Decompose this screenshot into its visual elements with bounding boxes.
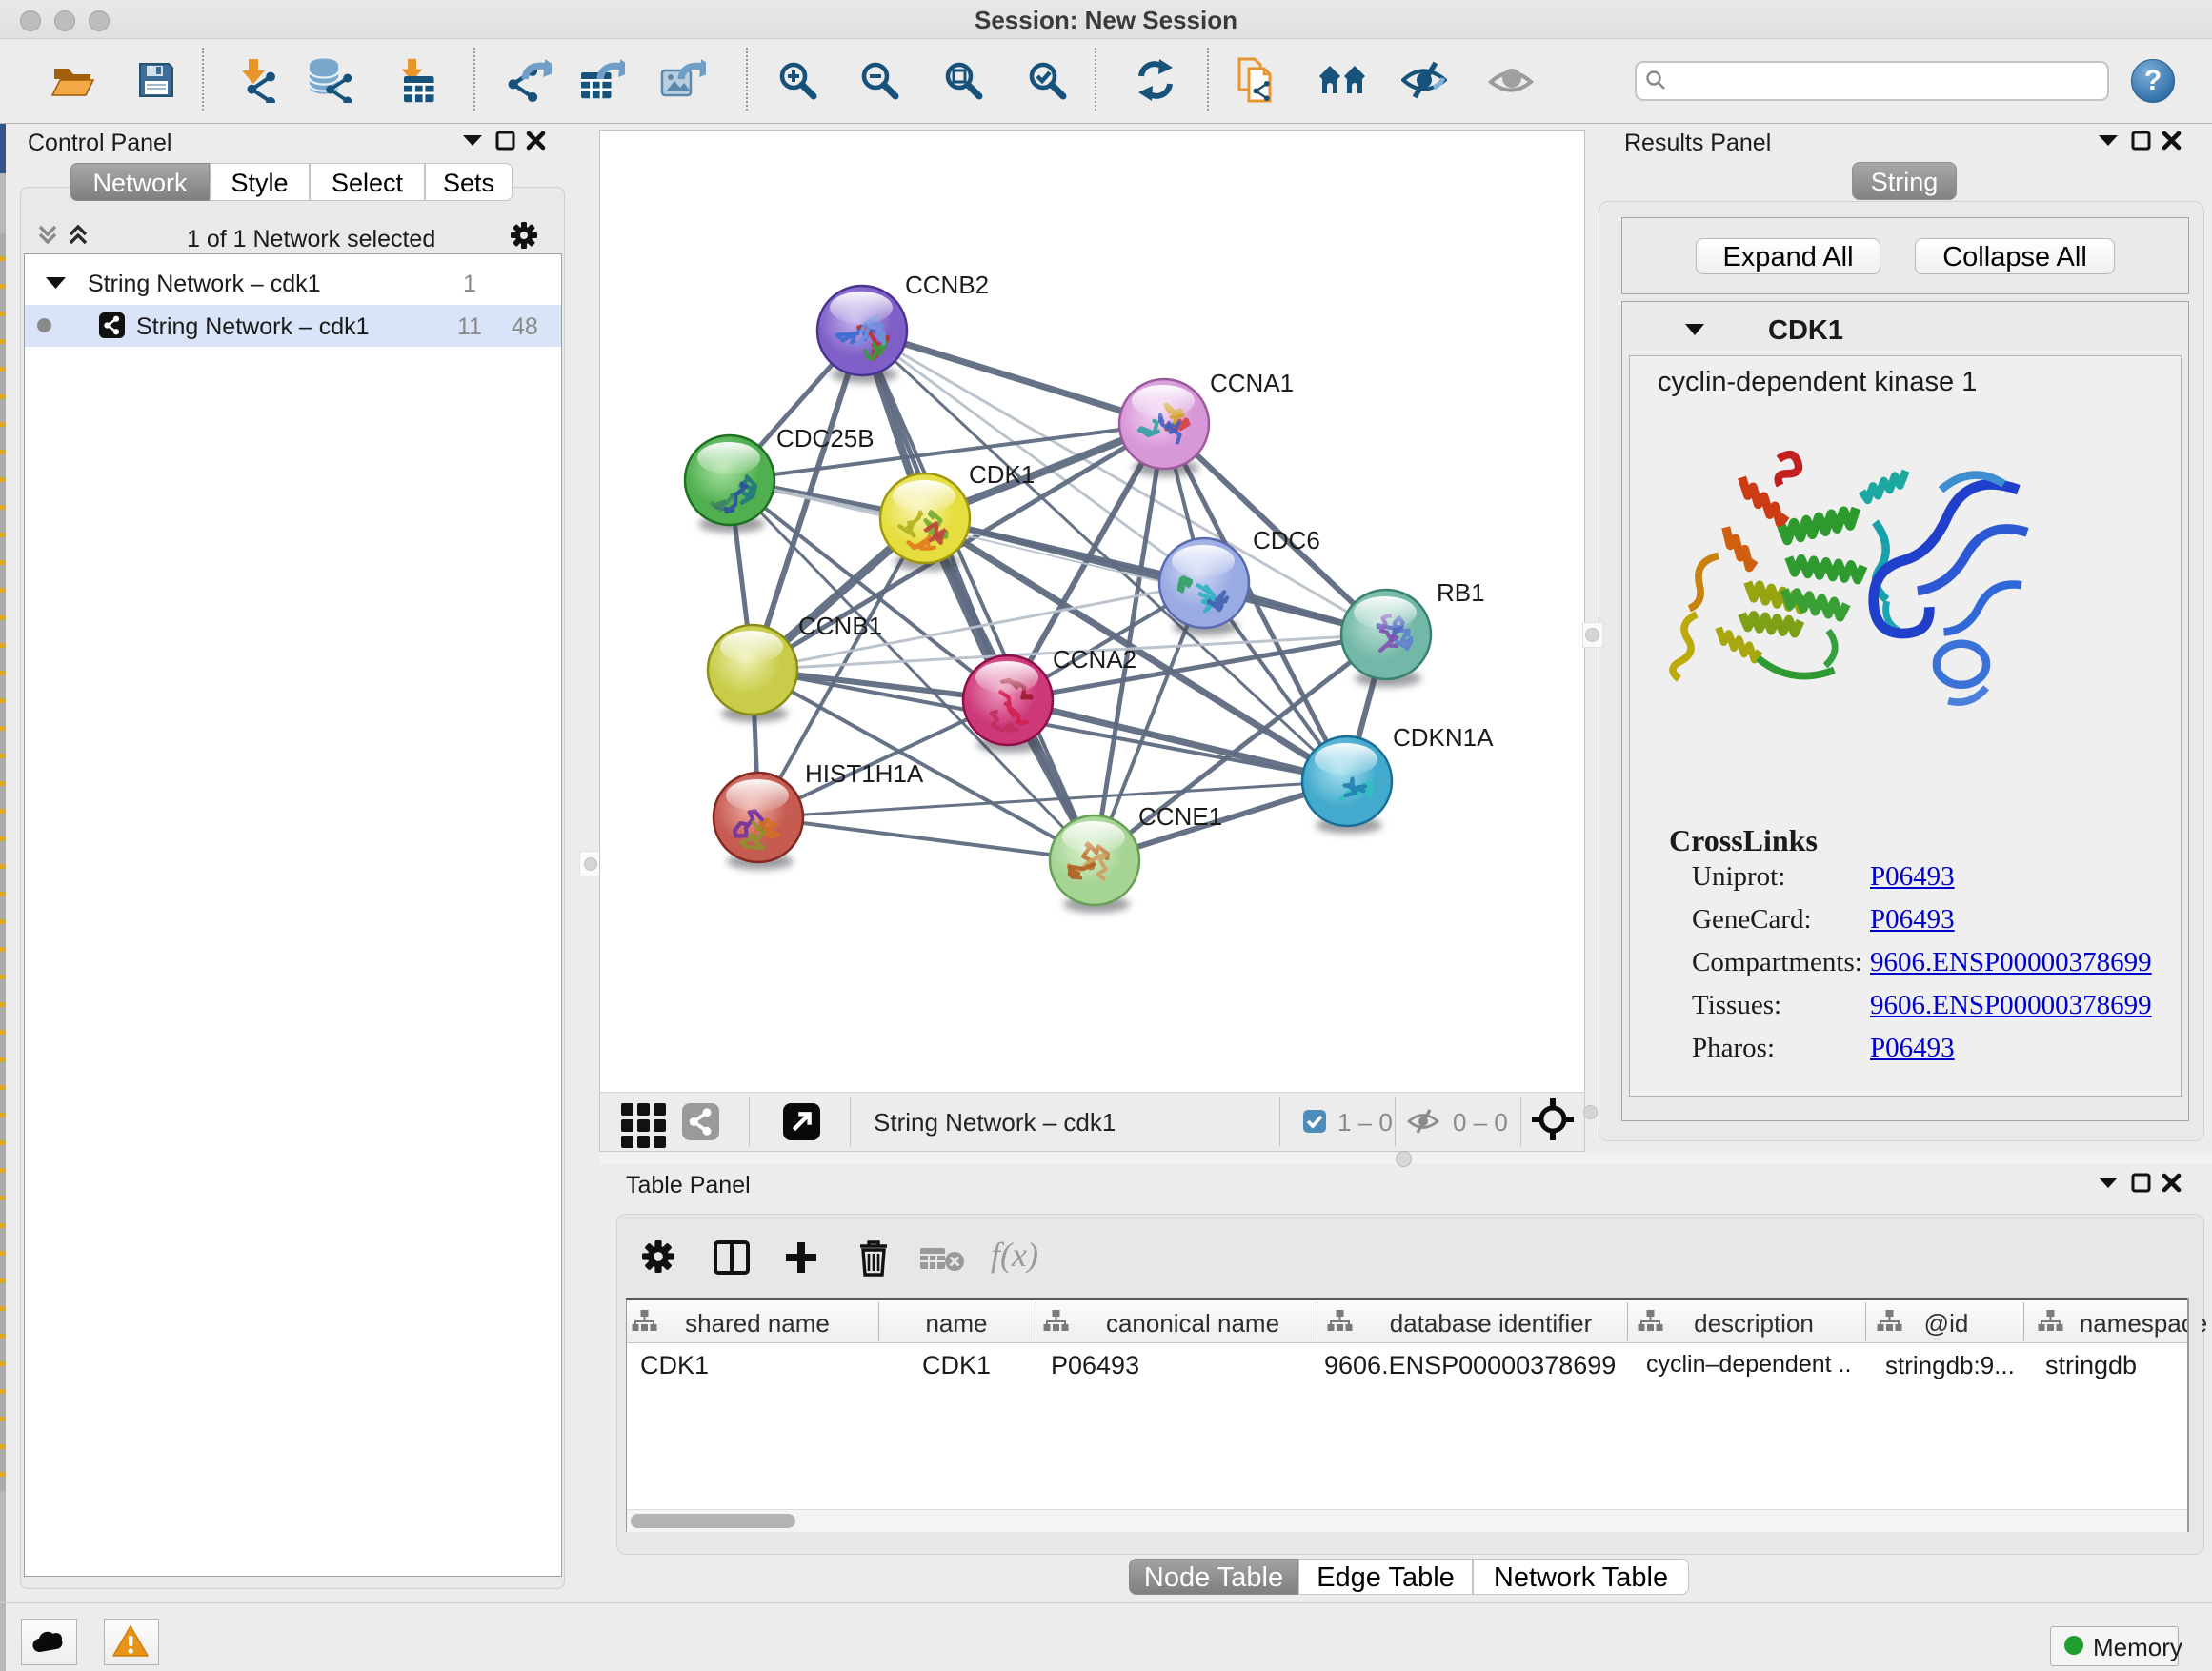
svg-text:CCNA2: CCNA2 [1053, 645, 1136, 674]
svg-text:CDKN1A: CDKN1A [1393, 723, 1494, 752]
svg-text:CDC25B: CDC25B [776, 424, 875, 453]
svg-text:CCNE1: CCNE1 [1138, 802, 1222, 831]
svg-text:HIST1H1A: HIST1H1A [805, 759, 924, 788]
svg-text:CCNA1: CCNA1 [1210, 369, 1294, 397]
svg-text:CCNB2: CCNB2 [905, 271, 989, 299]
svg-text:RB1: RB1 [1437, 578, 1485, 607]
svg-text:CCNB1: CCNB1 [798, 612, 882, 640]
svg-text:CDK1: CDK1 [969, 460, 1035, 489]
svg-text:CDC6: CDC6 [1253, 526, 1320, 554]
